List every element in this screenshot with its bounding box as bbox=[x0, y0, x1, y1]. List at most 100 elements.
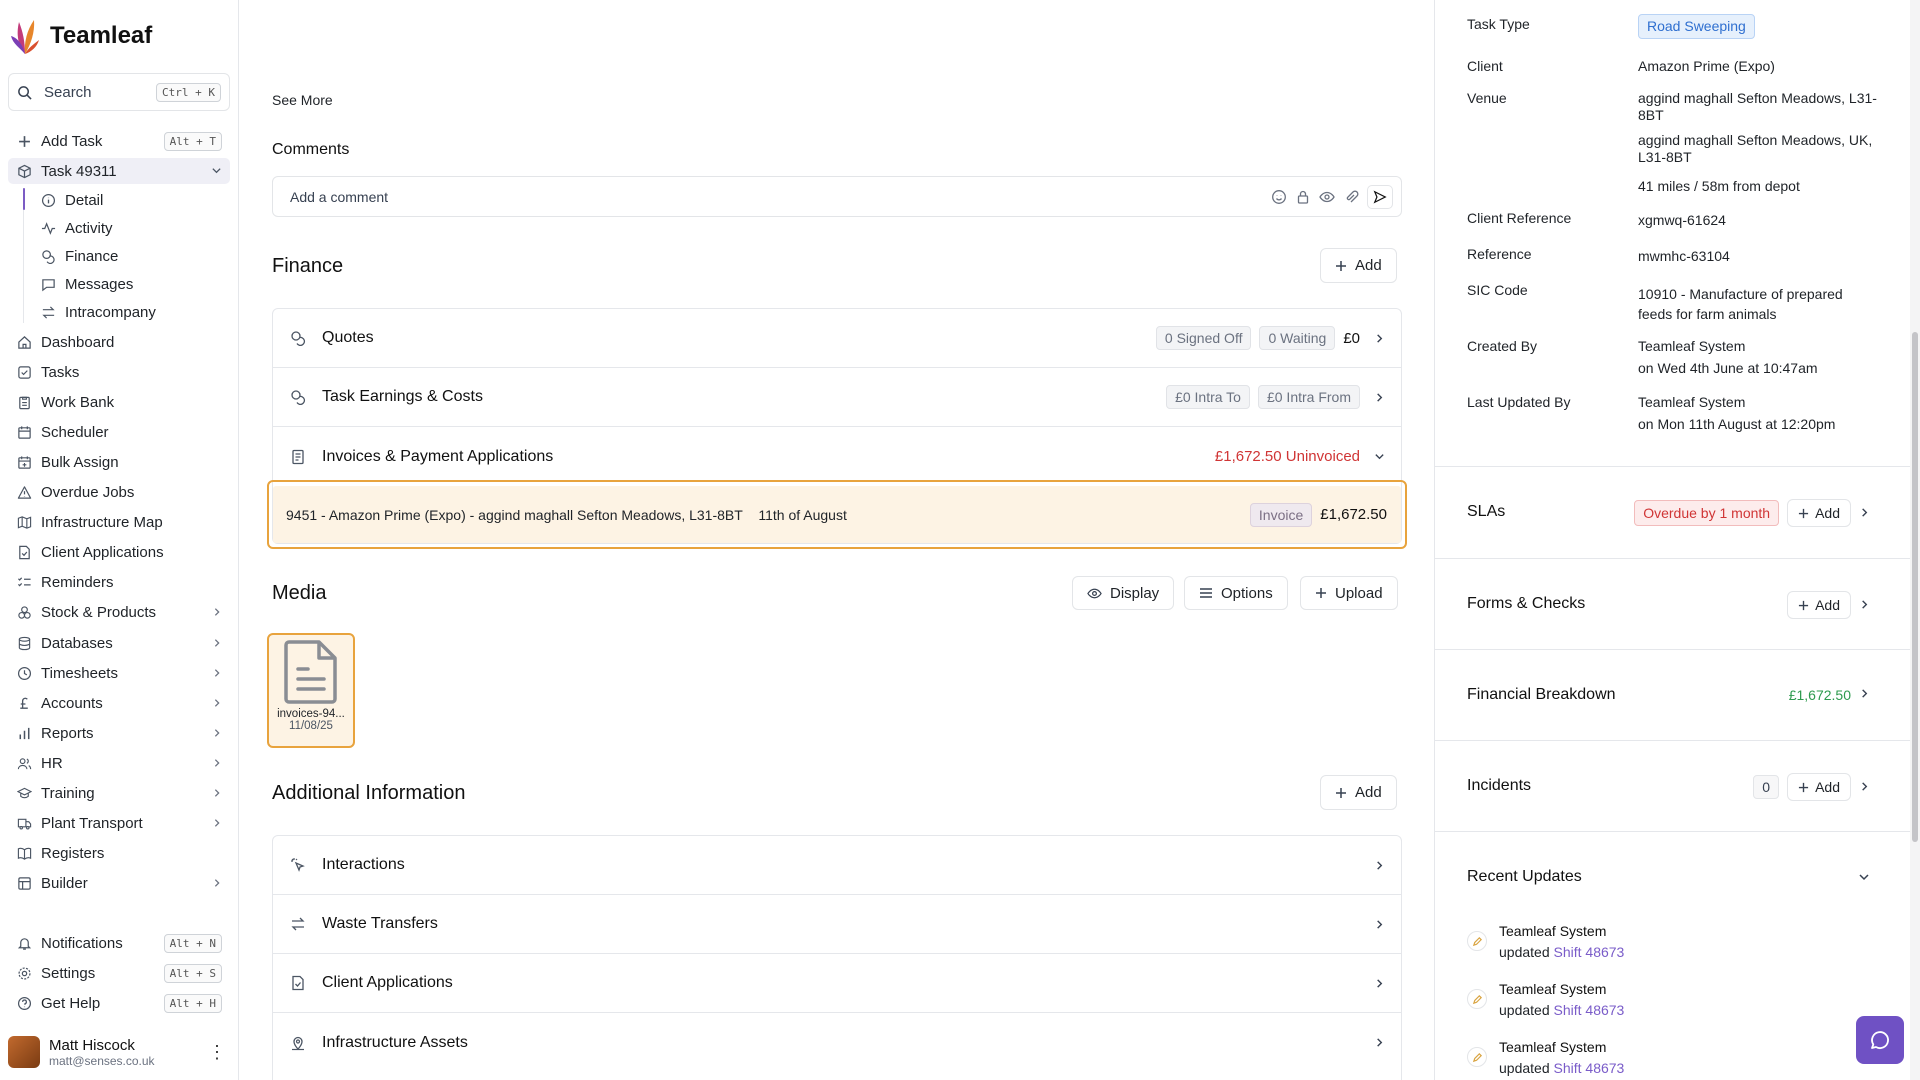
sidebar-item-dashboard[interactable]: Dashboard bbox=[8, 329, 230, 355]
finance-add-button[interactable]: Add bbox=[1320, 248, 1397, 283]
sidebar-item-work-bank[interactable]: Work Bank bbox=[8, 389, 230, 415]
additional-add-button[interactable]: Add bbox=[1320, 775, 1397, 810]
update-target-link[interactable]: Shift 48673 bbox=[1554, 1060, 1625, 1076]
send-button[interactable] bbox=[1367, 184, 1393, 209]
sidebar-item-label: Dashboard bbox=[41, 333, 115, 351]
invoice-item[interactable]: 9451 - Amazon Prime (Expo) - aggind magh… bbox=[267, 480, 1407, 549]
eye-icon[interactable] bbox=[1319, 189, 1335, 205]
chevron-right-icon bbox=[212, 605, 222, 620]
update-target-link[interactable]: Shift 48673 bbox=[1554, 1002, 1625, 1018]
financial-breakdown-title: Financial Breakdown bbox=[1467, 686, 1616, 703]
button-label: Display bbox=[1110, 584, 1160, 602]
options-button[interactable]: Options bbox=[1184, 576, 1288, 610]
interactions-row[interactable]: Interactions bbox=[273, 836, 1401, 895]
forms-checks-actions: Add bbox=[1787, 591, 1870, 619]
more-vertical-icon[interactable]: ⋮ bbox=[208, 1042, 230, 1063]
sidebar-item-registers[interactable]: Registers bbox=[8, 841, 230, 867]
emoji-icon[interactable] bbox=[1271, 189, 1287, 205]
sidebar-item-add-task[interactable]: Add Task Alt + T bbox=[8, 128, 230, 154]
subnav-item-finance[interactable]: Finance bbox=[40, 243, 230, 269]
sidebar-item-get-help[interactable]: Get Help Alt + H bbox=[8, 990, 230, 1016]
paperclip-icon[interactable] bbox=[1343, 189, 1359, 205]
boxes-icon bbox=[16, 605, 32, 621]
incidents-section[interactable]: Incidents 0 Add bbox=[1435, 740, 1910, 831]
media-file-tile[interactable]: invoices-94... 11/08/25 bbox=[267, 633, 355, 748]
subnav-item-activity[interactable]: Activity bbox=[40, 215, 230, 241]
incidents-add-button[interactable]: Add bbox=[1787, 773, 1851, 801]
sidebar-item-overdue-jobs[interactable]: Overdue Jobs bbox=[8, 480, 230, 506]
recent-updates-toggle[interactable] bbox=[1858, 870, 1870, 887]
sidebar-item-accounts[interactable]: Accounts bbox=[8, 690, 230, 716]
coins-icon bbox=[40, 248, 56, 264]
sidebar-item-timesheets[interactable]: Timesheets bbox=[8, 660, 230, 686]
sidebar-item-client-applications[interactable]: Client Applications bbox=[8, 540, 230, 566]
chat-launcher-button[interactable] bbox=[1856, 1016, 1904, 1064]
additional-info-title: Additional Information bbox=[272, 782, 466, 804]
sla-add-button[interactable]: Add bbox=[1787, 499, 1851, 527]
sidebar-item-databases[interactable]: Databases bbox=[8, 630, 230, 656]
client-applications-row[interactable]: Client Applications bbox=[273, 954, 1401, 1013]
last-updated-when: on Mon 11th August at 12:20pm bbox=[1638, 416, 1836, 432]
waste-transfers-row[interactable]: Waste Transfers bbox=[273, 895, 1401, 954]
sidebar-item-reports[interactable]: Reports bbox=[8, 720, 230, 746]
forms-add-button[interactable]: Add bbox=[1787, 591, 1851, 619]
recent-updates-title: Recent Updates bbox=[1467, 868, 1582, 885]
sidebar-item-tasks[interactable]: Tasks bbox=[8, 359, 230, 385]
chevron-down-icon bbox=[211, 164, 222, 179]
sidebar-item-reminders[interactable]: Reminders bbox=[8, 570, 230, 596]
sidebar-item-label: Scheduler bbox=[41, 423, 109, 441]
sidebar-item-infrastructure-map[interactable]: Infrastructure Map bbox=[8, 510, 230, 536]
financial-breakdown-section[interactable]: Financial Breakdown £1,672.50 bbox=[1435, 649, 1910, 740]
sidebar-item-scheduler[interactable]: Scheduler bbox=[8, 419, 230, 445]
plus-icon bbox=[1335, 260, 1347, 272]
chevron-right-icon bbox=[1859, 597, 1870, 614]
client-reference-value: xgmwq-61624 bbox=[1638, 212, 1726, 228]
infrastructure-assets-row[interactable]: Infrastructure Assets bbox=[273, 1013, 1401, 1072]
plus-icon bbox=[1798, 782, 1809, 793]
teamleaf-logo-icon bbox=[11, 20, 39, 54]
comments-title: Comments bbox=[272, 141, 350, 158]
sidebar-item-current-task[interactable]: Task 49311 bbox=[8, 158, 230, 184]
sidebar-item-bulk-assign[interactable]: Bulk Assign bbox=[8, 449, 230, 475]
update-target-link[interactable]: Shift 48673 bbox=[1554, 944, 1625, 960]
scrollbar-thumb[interactable] bbox=[1912, 332, 1918, 842]
sidebar-item-hr[interactable]: HR bbox=[8, 750, 230, 776]
button-label: Add bbox=[1815, 779, 1840, 795]
box-icon bbox=[16, 163, 32, 179]
invoices-row[interactable]: Invoices & Payment Applications £1,672.5… bbox=[273, 427, 1401, 486]
sidebar: Teamleaf Search Ctrl + K Add Task Alt + … bbox=[0, 0, 239, 1080]
sidebar-item-stock-and-products[interactable]: Stock & Products bbox=[8, 600, 230, 626]
sidebar-item-notifications[interactable]: Notifications Alt + N bbox=[8, 930, 230, 956]
lock-icon[interactable] bbox=[1295, 189, 1311, 205]
task-type-tag[interactable]: Road Sweeping bbox=[1638, 14, 1755, 39]
subnav-item-intracompany[interactable]: Intracompany bbox=[40, 299, 230, 325]
subnav-item-messages[interactable]: Messages bbox=[40, 271, 230, 297]
user-info: Matt Hiscock matt@senses.co.uk bbox=[49, 1037, 155, 1068]
sidebar-item-builder[interactable]: Builder bbox=[8, 871, 230, 897]
brand[interactable]: Teamleaf bbox=[10, 16, 152, 56]
slas-title: SLAs bbox=[1467, 503, 1506, 520]
see-more-link[interactable]: See More bbox=[272, 92, 333, 108]
forms-checks-section[interactable]: Forms & Checks Add bbox=[1435, 558, 1910, 649]
sidebar-item-training[interactable]: Training bbox=[8, 781, 230, 807]
user-profile[interactable]: Matt Hiscock matt@senses.co.uk ⋮ bbox=[8, 1032, 230, 1072]
sidebar-item-label: Reminders bbox=[41, 574, 114, 592]
quotes-row[interactable]: Quotes 0 Signed Off 0 Waiting £0 bbox=[273, 309, 1401, 368]
display-button[interactable]: Display bbox=[1072, 576, 1175, 610]
client-value[interactable]: Amazon Prime (Expo) bbox=[1638, 58, 1878, 75]
upload-button[interactable]: Upload bbox=[1300, 576, 1398, 610]
sidebar-item-plant-transport[interactable]: Plant Transport bbox=[8, 811, 230, 837]
chevron-down-icon bbox=[1858, 870, 1870, 887]
created-by-when: on Wed 4th June at 10:47am bbox=[1638, 360, 1818, 376]
invoice-description: 9451 - Amazon Prime (Expo) - aggind magh… bbox=[286, 507, 1242, 523]
send-icon bbox=[1373, 189, 1387, 204]
last-updated-name: Teamleaf System bbox=[1638, 394, 1746, 410]
earnings-row[interactable]: Task Earnings & Costs £0 Intra To £0 Int… bbox=[273, 368, 1401, 427]
sidebar-item-label: Plant Transport bbox=[41, 815, 143, 833]
sidebar-item-settings[interactable]: Settings Alt + S bbox=[8, 960, 230, 986]
client-reference-label: Client Reference bbox=[1467, 210, 1572, 226]
search-input[interactable]: Search Ctrl + K bbox=[8, 73, 230, 111]
comment-input[interactable]: Add a comment bbox=[272, 176, 1402, 217]
subnav-item-detail[interactable]: Detail bbox=[40, 187, 230, 213]
slas-section[interactable]: SLAs Overdue by 1 month Add bbox=[1435, 466, 1910, 558]
